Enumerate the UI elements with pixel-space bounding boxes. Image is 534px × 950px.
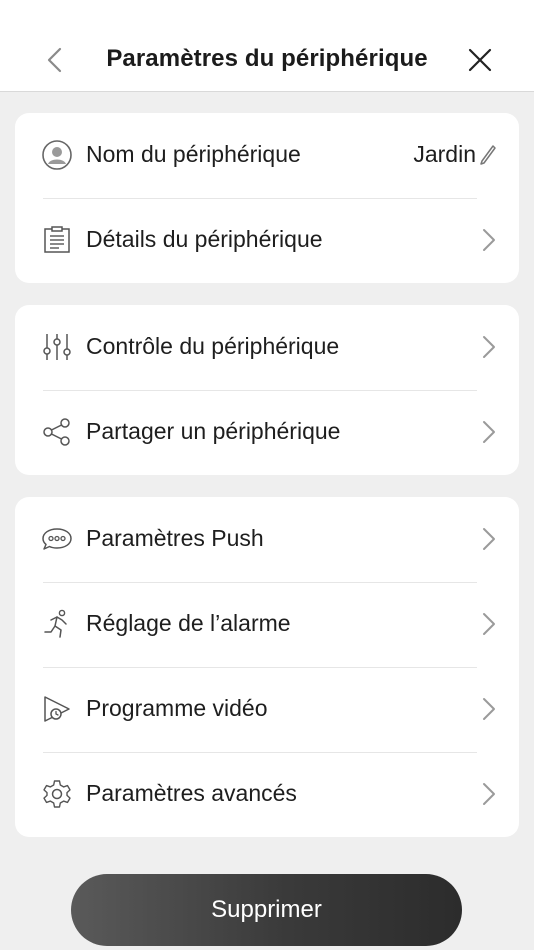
device-control-label: Contrôle du périphérique <box>86 333 340 359</box>
gear-icon <box>41 778 73 810</box>
share-device-label: Partager un périphérique <box>86 418 341 444</box>
header-bar: Paramètres du périphérique <box>0 0 534 92</box>
user-circle-icon <box>41 139 73 171</box>
share-icon <box>41 416 73 448</box>
alarm-settings-row[interactable]: Réglage de l’alarme <box>15 582 519 667</box>
alarm-settings-label: Réglage de l’alarme <box>86 610 291 636</box>
close-icon <box>468 48 492 72</box>
share-device-row[interactable]: Partager un périphérique <box>15 390 519 475</box>
running-person-icon <box>41 608 73 640</box>
settings-group-device-info: Nom du périphérique Jardin Détails du pé… <box>15 113 519 283</box>
chevron-right-icon <box>477 695 499 723</box>
back-button[interactable] <box>40 44 70 76</box>
device-control-row[interactable]: Contrôle du périphérique <box>15 305 519 390</box>
push-settings-row[interactable]: Paramètres Push <box>15 497 519 582</box>
pencil-icon[interactable] <box>479 144 497 166</box>
video-schedule-label: Programme vidéo <box>86 695 268 721</box>
device-name-row[interactable]: Nom du périphérique Jardin <box>15 113 519 198</box>
advanced-settings-label: Paramètres avancés <box>86 780 297 806</box>
settings-group-alerts: Paramètres Push Réglage de l’alarme Prog… <box>15 497 519 837</box>
close-button[interactable] <box>464 44 496 76</box>
settings-group-device-control: Contrôle du périphérique Partager un pér… <box>15 305 519 475</box>
advanced-settings-row[interactable]: Paramètres avancés <box>15 752 519 837</box>
chevron-right-icon <box>477 610 499 638</box>
delete-button[interactable]: Supprimer <box>71 874 462 946</box>
chevron-right-icon <box>477 525 499 553</box>
page-title: Paramètres du périphérique <box>106 45 428 72</box>
device-details-row[interactable]: Détails du périphérique <box>15 198 519 283</box>
chevron-right-icon <box>477 333 499 361</box>
device-name-value: Jardin <box>413 141 476 167</box>
chevron-right-icon <box>477 418 499 446</box>
push-settings-label: Paramètres Push <box>86 525 264 551</box>
chevron-right-icon <box>477 226 499 254</box>
chat-bubble-icon <box>41 523 73 555</box>
video-schedule-icon <box>41 693 73 725</box>
sliders-icon <box>41 331 73 363</box>
chevron-right-icon <box>477 780 499 808</box>
video-schedule-row[interactable]: Programme vidéo <box>15 667 519 752</box>
device-name-label: Nom du périphérique <box>86 141 301 167</box>
device-details-label: Détails du périphérique <box>86 226 323 252</box>
chevron-left-icon <box>47 47 62 73</box>
document-list-icon <box>41 224 73 256</box>
